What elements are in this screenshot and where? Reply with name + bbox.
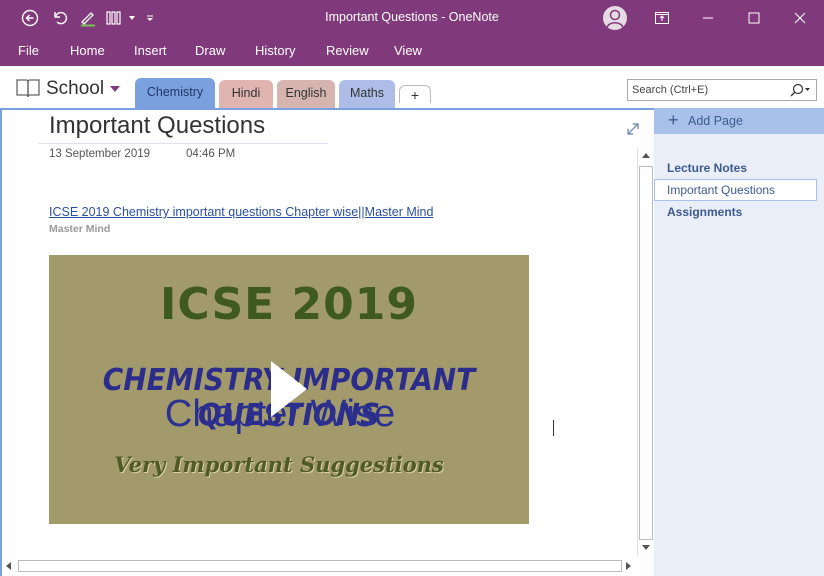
ribbon-tabs: File Home Insert Draw History Review Vie… <box>0 36 824 66</box>
search-placeholder: Search (Ctrl+E) <box>632 84 709 96</box>
scroll-up-icon[interactable] <box>642 153 650 158</box>
scroll-down-icon[interactable] <box>642 545 650 550</box>
notebook-name[interactable]: School <box>46 78 104 100</box>
tab-insert[interactable]: Insert <box>134 43 167 58</box>
scroll-right-icon[interactable] <box>626 562 631 570</box>
page-time: 04:46 PM <box>186 148 236 160</box>
page-title[interactable]: Important Questions <box>49 112 265 140</box>
notebook-icon[interactable] <box>16 78 40 101</box>
play-icon[interactable] <box>271 361 307 417</box>
search-icon[interactable] <box>788 82 812 101</box>
user-avatar-icon[interactable] <box>603 6 627 30</box>
page-item-lecture-notes[interactable]: Lecture Notes <box>654 157 817 179</box>
page-item-important-questions[interactable]: Important Questions <box>654 179 817 201</box>
search-input[interactable]: Search (Ctrl+E) <box>627 79 817 101</box>
horizontal-scrollbar[interactable] <box>2 558 652 574</box>
video-text-line: ICSE 2019 <box>159 279 418 330</box>
embedded-video[interactable]: ICSE 2019 CHEMISTRY IMPORTANT QUESTIONS … <box>49 255 529 524</box>
section-tab-label: Chemistry <box>146 85 204 99</box>
page-date: 13 September 2019 <box>49 148 151 160</box>
tab-home[interactable]: Home <box>70 43 105 58</box>
text-cursor <box>553 420 554 436</box>
plus-icon: + <box>668 110 679 130</box>
minimize-icon[interactable] <box>685 0 731 36</box>
page-item-assignments[interactable]: Assignments <box>654 201 817 223</box>
section-tab-label: English <box>285 86 327 100</box>
scroll-thumb[interactable] <box>639 166 653 540</box>
add-page-label: Add Page <box>688 114 743 128</box>
vertical-scrollbar[interactable] <box>637 148 653 556</box>
section-tab-english[interactable]: English <box>277 80 335 108</box>
scroll-thumb[interactable] <box>18 560 622 572</box>
add-page-button[interactable]: + Add Page <box>654 108 824 134</box>
title-divider <box>38 143 328 144</box>
section-tab-label: Hindi <box>231 86 261 100</box>
tab-view[interactable]: View <box>394 43 422 58</box>
add-section-icon: + <box>410 87 420 103</box>
video-link[interactable]: ICSE 2019 Chemistry important questions … <box>49 205 433 219</box>
section-tab-hindi[interactable]: Hindi <box>219 80 273 108</box>
ribbon-display-icon[interactable] <box>639 0 685 36</box>
pages-pane: + Add Page Lecture Notes Important Quest… <box>654 108 824 576</box>
close-icon[interactable] <box>777 0 823 36</box>
tab-draw[interactable]: Draw <box>195 43 225 58</box>
title-bar: Important Questions - OneNote <box>0 0 824 36</box>
add-section-button[interactable]: + <box>399 85 431 103</box>
notebook-dropdown-icon[interactable] <box>110 86 120 92</box>
video-text-line: Very Important Suggestions <box>114 452 444 477</box>
tab-review[interactable]: Review <box>326 43 369 58</box>
maximize-icon[interactable] <box>731 0 777 36</box>
section-tab-label: Maths <box>349 86 385 100</box>
tab-file[interactable]: File <box>18 43 39 58</box>
section-tab-chemistry[interactable]: Chemistry <box>135 78 215 108</box>
scroll-left-icon[interactable] <box>6 562 11 570</box>
video-source: Master Mind <box>49 223 111 235</box>
section-tab-maths[interactable]: Maths <box>339 80 395 108</box>
full-page-view-icon[interactable] <box>626 122 640 139</box>
notebook-bar: School Chemistry Hindi English Maths + S… <box>0 66 824 108</box>
tab-history[interactable]: History <box>255 43 295 58</box>
